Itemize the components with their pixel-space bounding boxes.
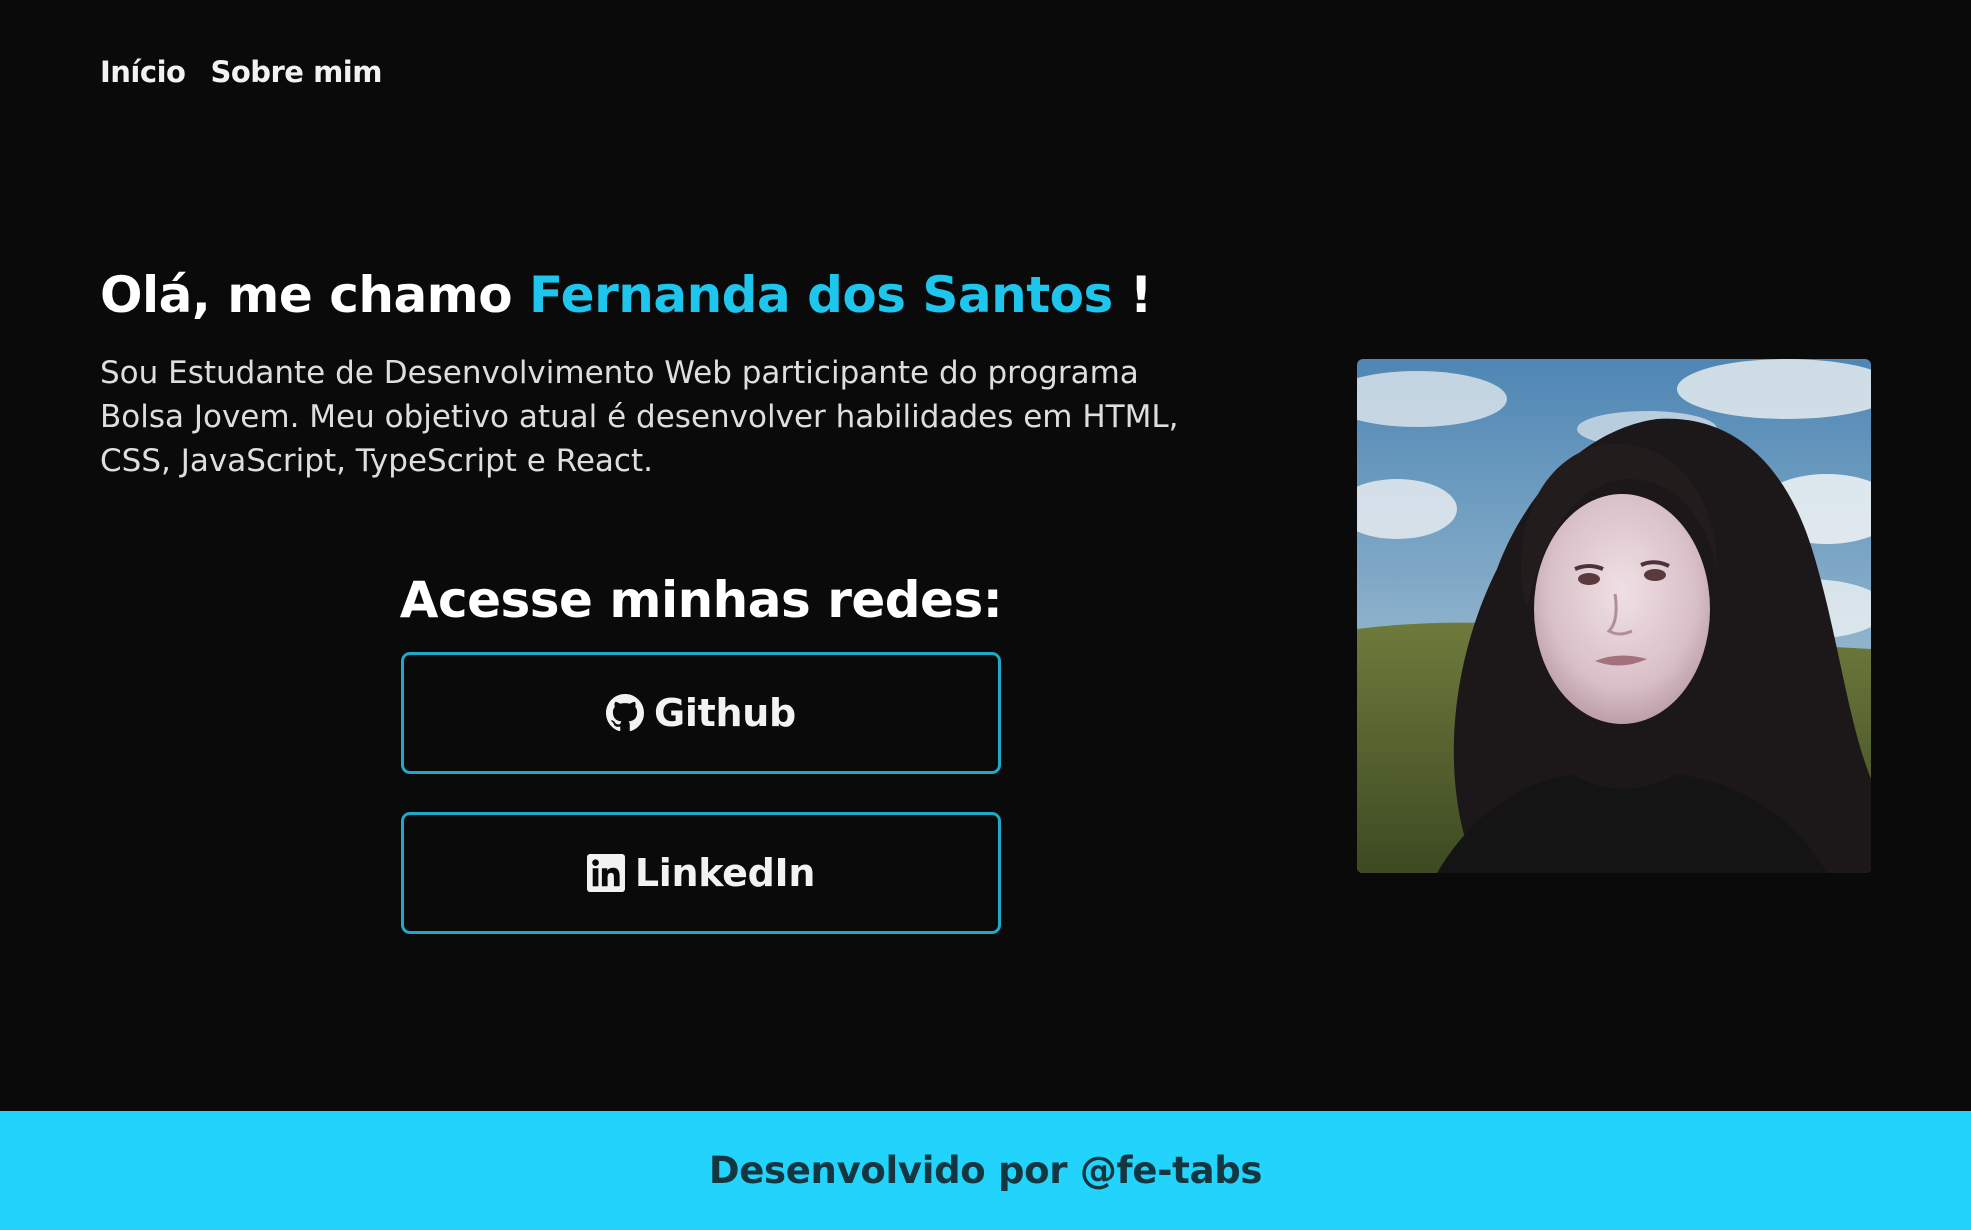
hero-greeting: Olá, me chamo xyxy=(100,266,530,324)
linkedin-button[interactable]: LinkedIn xyxy=(401,812,1001,934)
github-icon xyxy=(606,694,645,732)
nav-link-sobre-mim[interactable]: Sobre mim xyxy=(210,55,382,89)
linkedin-icon xyxy=(586,854,625,892)
linkedin-button-label: LinkedIn xyxy=(634,851,816,895)
footer: Desenvolvido por @fe-tabs xyxy=(0,1111,1971,1230)
hero-title: Olá, me chamo Fernanda dos Santos ! xyxy=(100,265,1240,325)
top-nav: Início Sobre mim xyxy=(100,55,382,89)
social-heading: Acesse minhas redes: xyxy=(399,571,1003,629)
hero-bio: Sou Estudante de Desenvolvimento Web par… xyxy=(100,355,1179,479)
footer-credit: Desenvolvido por @fe-tabs xyxy=(708,1149,1263,1192)
hero-exclamation: ! xyxy=(1112,266,1153,324)
nav-link-inicio[interactable]: Início xyxy=(100,55,186,89)
social-section: Acesse minhas redes: Github LinkedIn xyxy=(388,570,1014,934)
github-button-label: Github xyxy=(654,691,796,735)
hero-name: Fernanda dos Santos xyxy=(529,266,1113,324)
hero-section: Olá, me chamo Fernanda dos Santos ! Sou … xyxy=(100,265,1240,483)
github-button[interactable]: Github xyxy=(401,652,1001,774)
profile-photo xyxy=(1357,359,1871,873)
